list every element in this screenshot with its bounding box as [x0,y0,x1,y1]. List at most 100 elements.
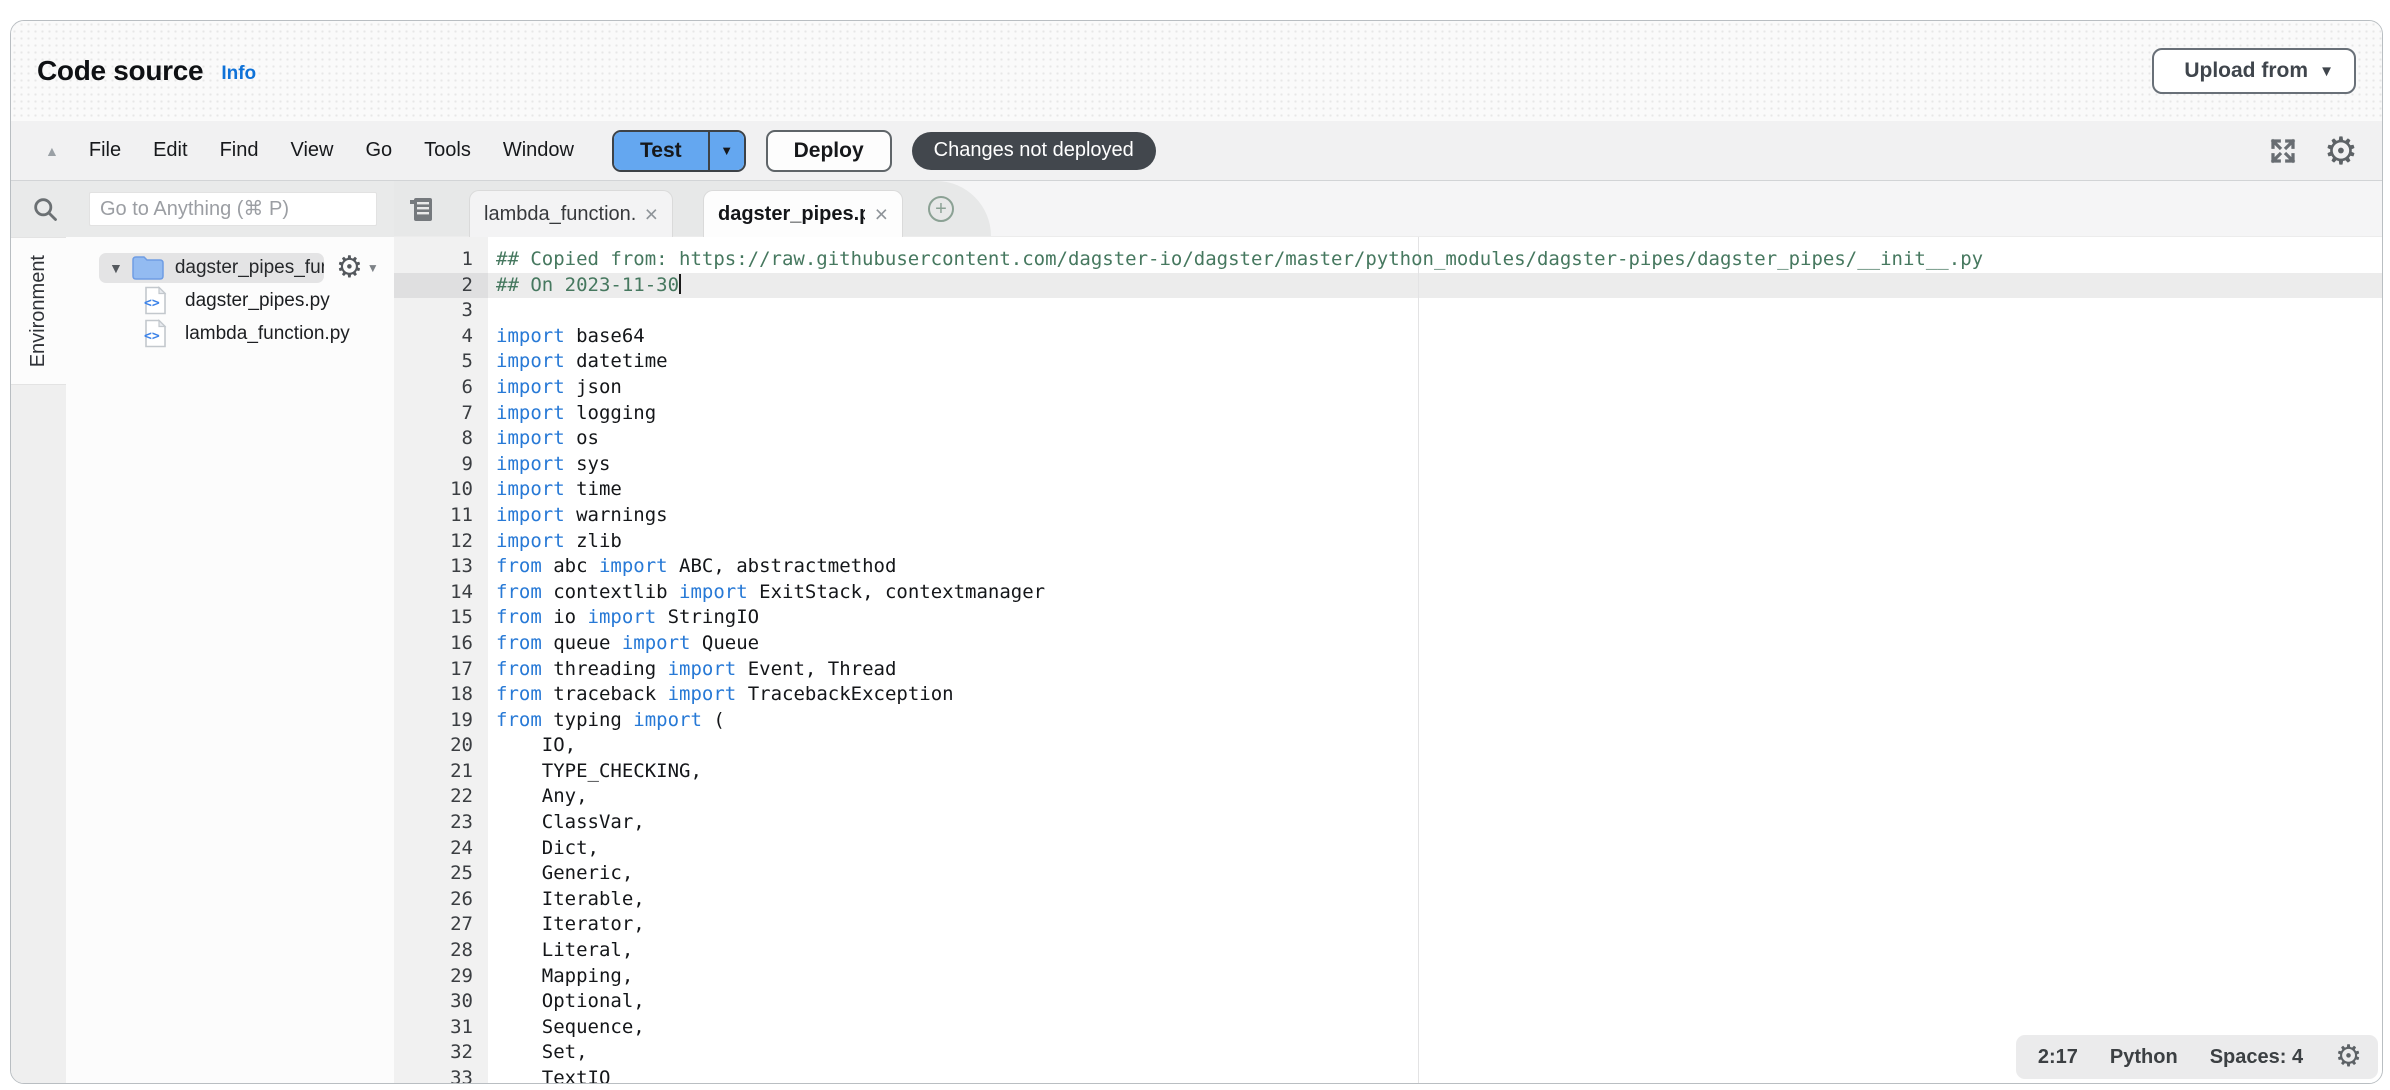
editor-tab-lambda_function-[interactable]: lambda_function.× [469,190,673,237]
menu-item-window[interactable]: Window [503,139,574,162]
upload-from-button[interactable]: Upload from ▼ [2152,48,2356,94]
deploy-button[interactable]: Deploy [766,130,892,172]
code-text: from traceback import TracebackException [488,682,954,708]
environment-tab[interactable]: Environment [11,237,66,385]
code-text: from threading import Event, Thread [488,657,896,683]
code-line: 26 Iterable, [394,887,2382,913]
code-text: import logging [488,401,656,427]
menu-items: File Edit Find View Go Tools Window [89,139,574,162]
code-text: Mapping, [488,964,633,990]
line-number: 17 [394,657,488,683]
line-number: 9 [394,452,488,478]
chevron-down-icon: ▼ [2319,63,2334,80]
indentation-setting[interactable]: Spaces: 4 [2210,1046,2303,1069]
menu-bar: ▲ File Edit Find View Go Tools Window Test ▼ D… [11,121,2382,181]
cursor-position[interactable]: 2:17 [2038,1046,2078,1069]
code-text: Sequence, [488,1015,645,1041]
code-text: TextIO [488,1066,610,1083]
page-title: Code source [37,55,203,87]
text-cursor [679,274,681,294]
code-text: import sys [488,452,610,478]
code-line: 29 Mapping, [394,964,2382,990]
folder-expand-arrow-icon[interactable]: ▼ [109,260,123,276]
editor-tab-dagster_pipes-py[interactable]: dagster_pipes.py× [703,190,903,237]
code-line: 3 [394,298,2382,324]
code-line: 8import os [394,426,2382,452]
test-dropdown-arrow[interactable]: ▼ [708,132,744,170]
file-item-dagster_pipes-py[interactable]: <>dagster_pipes.py [66,284,394,317]
plus-circle-icon: + [935,199,947,219]
tab-close-icon[interactable]: × [645,203,658,226]
line-number: 20 [394,733,488,759]
code-line: 14from contextlib import ExitStack, cont… [394,580,2382,606]
editor-pane: lambda_function.× dagster_pipes.py× + 1##… [394,181,2382,1083]
code-text: ## On 2023-11-30 [488,273,681,299]
line-number: 7 [394,401,488,427]
fullscreen-icon[interactable] [2268,136,2298,166]
file-item-lambda_function-py[interactable]: <>lambda_function.py [66,317,394,350]
file-tree: ▼ dagster_pipes_funct ⚙ ▼ <>dagster_pipe… [66,237,394,1083]
new-tab-button[interactable]: + [928,196,954,222]
line-number: 1 [394,247,488,273]
side-rail: Environment [11,237,66,1083]
line-number: 13 [394,554,488,580]
folder-icon [131,254,165,281]
language-mode[interactable]: Python [2110,1046,2178,1069]
code-text: Literal, [488,938,633,964]
folder-settings-gear-icon[interactable]: ⚙ [336,253,363,283]
code-source-panel: Code source Info Upload from ▼ ▲ File Edi… [10,20,2383,1084]
folder-row: ▼ dagster_pipes_funct ⚙ ▼ [66,251,394,284]
line-number: 21 [394,759,488,785]
tab-close-icon[interactable]: × [875,203,888,226]
test-button[interactable]: Test [614,132,708,170]
code-text: from typing import ( [488,708,725,734]
code-text: import os [488,426,599,452]
menu-item-edit[interactable]: Edit [153,139,187,162]
goto-anything-input[interactable] [89,192,377,226]
tab-list-icon[interactable] [406,194,436,224]
code-text: import time [488,477,622,503]
code-line: 15from io import StringIO [394,605,2382,631]
collapse-triangle-icon[interactable]: ▲ [45,143,59,159]
deploy-status-badge: Changes not deployed [912,132,1156,170]
svg-text:<>: <> [144,296,160,311]
menu-item-go[interactable]: Go [365,139,392,162]
ide-body: Environment ▼ dagster_pipes_funct ⚙ [11,181,2382,1083]
search-icon[interactable] [31,195,59,223]
menu-item-file[interactable]: File [89,139,121,162]
code-lines: 1## Copied from: https://raw.githubuserc… [394,237,2382,1083]
folder-settings-caret-icon[interactable]: ▼ [367,261,379,275]
line-number: 10 [394,477,488,503]
code-text: Generic, [488,861,633,887]
line-number: 15 [394,605,488,631]
menu-item-view[interactable]: View [290,139,333,162]
code-text: ## Copied from: https://raw.githubuserco… [488,247,1983,273]
line-number: 24 [394,836,488,862]
editor-settings-gear-icon[interactable]: ⚙ [2335,1042,2362,1072]
line-number: 4 [394,324,488,350]
code-line: 28 Literal, [394,938,2382,964]
code-line: 23 ClassVar, [394,810,2382,836]
menu-item-find[interactable]: Find [220,139,259,162]
line-number: 5 [394,349,488,375]
code-line: 9import sys [394,452,2382,478]
info-link[interactable]: Info [221,63,256,85]
code-text: from queue import Queue [488,631,759,657]
settings-gear-icon[interactable]: ⚙ [2324,132,2358,170]
python-file-icon: <> [143,319,168,348]
code-text: import warnings [488,503,668,529]
line-number: 12 [394,529,488,555]
folder-item[interactable]: ▼ dagster_pipes_funct [99,253,324,283]
upload-from-label: Upload from [2184,59,2308,83]
panel-header: Code source Info Upload from ▼ [11,21,2382,121]
folder-name: dagster_pipes_funct [175,257,324,279]
code-editor[interactable]: 1## Copied from: https://raw.githubuserc… [394,237,2382,1083]
menu-item-tools[interactable]: Tools [424,139,471,162]
line-number: 28 [394,938,488,964]
code-text: from abc import ABC, abstractmethod [488,554,896,580]
test-split-button[interactable]: Test ▼ [612,130,746,172]
code-text: from io import StringIO [488,605,759,631]
line-number: 3 [394,298,488,324]
code-line: 12import zlib [394,529,2382,555]
code-line: 17from threading import Event, Thread [394,657,2382,683]
